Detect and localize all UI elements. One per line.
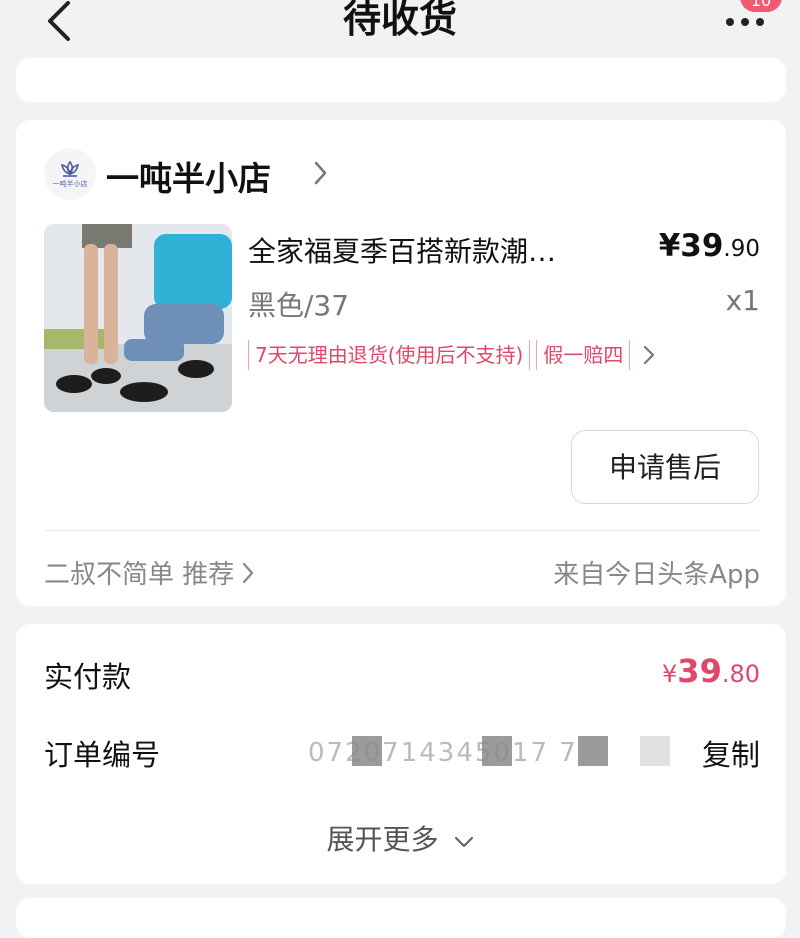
redaction-block <box>578 736 608 766</box>
top-bar: 待收货 10 <box>0 0 800 62</box>
bottom-card <box>16 898 786 938</box>
shop-logo[interactable]: 一吨半小店 <box>44 148 96 200</box>
order-number: 0720714345017 7 <box>308 738 578 768</box>
payment-card: 实付款 ¥39.80 订单编号 0720714345017 7 复制 展开更多 <box>16 624 786 884</box>
tag-return-policy: 7天无理由退货(使用后不支持) <box>248 340 531 370</box>
lotus-icon <box>60 160 80 177</box>
source-app: 来自今日头条App <box>553 560 760 590</box>
paid-amount: ¥39.80 <box>662 652 760 690</box>
expand-more-button[interactable]: 展开更多 <box>16 818 786 858</box>
product-photo-icon <box>44 224 232 412</box>
page-title: 待收货 <box>342 0 457 41</box>
product-quantity: x1 <box>725 284 760 317</box>
shop-name[interactable]: 一吨半小店 <box>106 152 271 200</box>
after-sale-button[interactable]: 申请售后 <box>571 430 759 504</box>
paid-integer: 39 <box>677 652 722 690</box>
service-tags[interactable]: 7天无理由退货(使用后不支持) 假一赔四 <box>248 340 656 370</box>
paid-decimal: .80 <box>721 660 760 688</box>
order-number-label: 订单编号 <box>44 738 161 772</box>
price-decimal: .90 <box>723 236 760 262</box>
product-price: ¥39.90 <box>659 228 760 264</box>
redaction-block <box>482 736 512 766</box>
copy-button[interactable]: 复制 <box>702 732 760 774</box>
top-card <box>16 58 786 102</box>
expand-label: 展开更多 <box>326 823 439 856</box>
redaction-block <box>640 736 670 766</box>
order-card: 一吨半小店 一吨半小店 全家福夏季百搭新款潮… ¥39.90 黑色/37 x1 … <box>16 120 786 606</box>
chevron-down-icon <box>455 836 474 848</box>
chevron-right-icon[interactable] <box>312 160 328 186</box>
recommend-link[interactable]: 二叔不简单 推荐 <box>44 554 256 591</box>
shop-logo-text: 一吨半小店 <box>52 179 88 188</box>
tag-authenticity: 假一赔四 <box>536 340 631 370</box>
recommend-text: 二叔不简单 推荐 <box>44 560 235 590</box>
paid-label: 实付款 <box>44 660 132 694</box>
chevron-right-icon <box>644 345 655 365</box>
divider <box>44 530 760 531</box>
redaction-block <box>352 736 382 766</box>
price-integer: ¥39 <box>658 228 724 264</box>
paid-currency: ¥ <box>662 660 678 688</box>
chevron-right-icon <box>243 562 254 583</box>
product-image[interactable] <box>44 224 232 412</box>
product-variant: 黑色/37 <box>248 289 350 322</box>
product-name[interactable]: 全家福夏季百搭新款潮… <box>248 230 628 270</box>
